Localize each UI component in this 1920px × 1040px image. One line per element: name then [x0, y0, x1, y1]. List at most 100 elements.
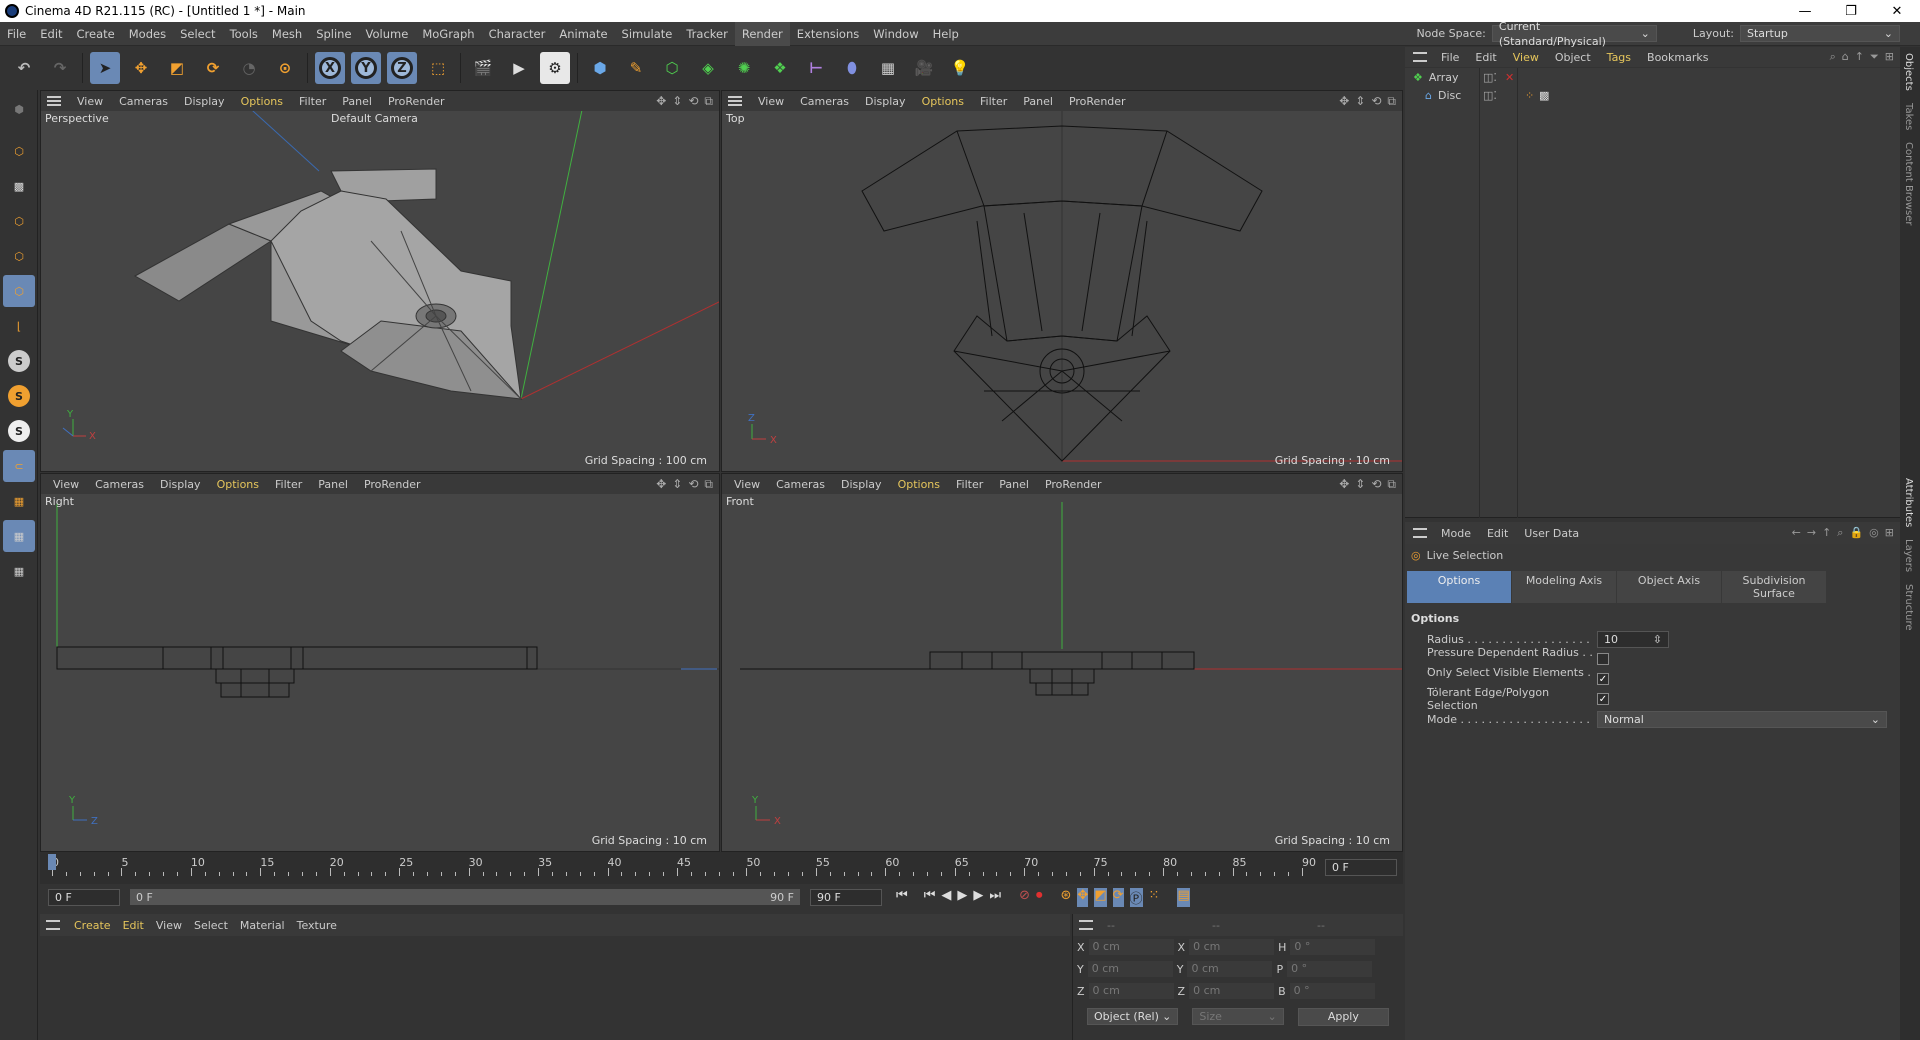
viewport-menu-prorender[interactable]: ProRender	[1037, 478, 1110, 491]
restore-button[interactable]: ❐	[1828, 0, 1874, 22]
cube-button[interactable]: ⬢	[585, 52, 615, 84]
phong-tag-icon[interactable]: ⁘	[1525, 89, 1534, 102]
visible-checkbox[interactable]: ✓	[1597, 673, 1609, 685]
move-tool-button[interactable]: ✥	[126, 52, 156, 84]
menu-mograph[interactable]: MoGraph	[415, 22, 481, 46]
light-button[interactable]: 💡	[945, 52, 975, 84]
viewport-menu-options[interactable]: Options	[233, 95, 291, 108]
material-menu-select[interactable]: Select	[188, 919, 234, 932]
rotate-view-icon[interactable]: ⟲	[1371, 477, 1381, 492]
attribute-menu-user-data[interactable]: User Data	[1516, 527, 1587, 540]
viewport-menu-options[interactable]: Options	[209, 478, 267, 491]
camera-label[interactable]: Default Camera	[331, 112, 418, 125]
move-view-icon[interactable]: ✥	[656, 477, 666, 492]
target-icon[interactable]: ◎	[1869, 526, 1879, 540]
viewport-menu-cameras[interactable]: Cameras	[87, 478, 152, 491]
make-editable-button[interactable]: ⬢	[3, 93, 35, 125]
live-selection-button[interactable]: ➤	[90, 52, 120, 84]
extrude-button[interactable]: ◈	[693, 52, 723, 84]
up-arrow-icon[interactable]: ↑	[1822, 526, 1831, 540]
menu-file[interactable]: File	[0, 22, 33, 46]
coord-value-input[interactable]: 0 cm	[1088, 939, 1174, 955]
parameter-key-button[interactable]: Ⓟ	[1129, 887, 1143, 907]
scale-key-button[interactable]: ◩	[1094, 887, 1107, 907]
last-tool-button[interactable]: ⊙	[270, 52, 300, 84]
menu-help[interactable]: Help	[926, 22, 966, 46]
back-arrow-icon[interactable]: ←	[1792, 526, 1801, 540]
zoom-view-icon[interactable]: ⇕	[1355, 477, 1365, 492]
undo-button[interactable]: ↶	[9, 52, 39, 84]
forward-arrow-icon[interactable]: →	[1807, 526, 1816, 540]
render-settings-button[interactable]: ⚙	[540, 52, 570, 84]
viewport-menu-prorender[interactable]: ProRender	[1061, 95, 1134, 108]
coordinate-system-button[interactable]: ⬚	[423, 52, 453, 84]
locked-workplane-button[interactable]: ▦	[3, 520, 35, 552]
viewport-menu-cameras[interactable]: Cameras	[768, 478, 833, 491]
render-view-button[interactable]: 🎬	[468, 52, 498, 84]
search-icon[interactable]: ⌕	[1837, 526, 1843, 540]
object-menu-file[interactable]: File	[1433, 51, 1467, 64]
zoom-view-icon[interactable]: ⇕	[672, 94, 682, 109]
side-tab-layers[interactable]: Layers	[1900, 533, 1917, 578]
maximize-view-icon[interactable]: ⧉	[1387, 477, 1396, 492]
viewport-menu-options[interactable]: Options	[914, 95, 972, 108]
position-key-button[interactable]: ✥	[1077, 887, 1089, 907]
menu-tools[interactable]: Tools	[223, 22, 265, 46]
edges-mode-button[interactable]: ⬡	[3, 240, 35, 272]
end-frame-input[interactable]: 90 F	[810, 888, 882, 906]
coord-value-input[interactable]: 0 °	[1289, 983, 1375, 999]
solo-button[interactable]: S	[3, 345, 35, 377]
rotate-tool-button[interactable]: ⟳	[198, 52, 228, 84]
attribute-menu-edit[interactable]: Edit	[1479, 527, 1516, 540]
side-tab-content-browser[interactable]: Content Browser	[1900, 136, 1917, 231]
planar-workplane-button[interactable]: ▦	[3, 555, 35, 587]
menu-icon[interactable]	[1079, 920, 1093, 930]
menu-window[interactable]: Window	[866, 22, 925, 46]
array-button[interactable]: ❖	[765, 52, 795, 84]
coord-value-input[interactable]: 0 cm	[1088, 983, 1174, 999]
attribute-menu-mode[interactable]: Mode	[1433, 527, 1479, 540]
timeline-window-button[interactable]: ▤	[1177, 887, 1190, 907]
viewport-menu-view[interactable]: View	[69, 95, 111, 108]
solo-off-button[interactable]: S	[3, 415, 35, 447]
menu-tracker[interactable]: Tracker	[679, 22, 735, 46]
viewport-menu-filter[interactable]: Filter	[948, 478, 991, 491]
home-icon[interactable]: ⌂	[1842, 50, 1849, 64]
viewport-menu-cameras[interactable]: Cameras	[111, 95, 176, 108]
object-menu-bookmarks[interactable]: Bookmarks	[1639, 51, 1716, 64]
search-icon[interactable]: ⌕	[1830, 50, 1836, 64]
menu-icon[interactable]	[46, 920, 60, 930]
next-frame-button[interactable]: ▶	[973, 888, 983, 907]
viewport-menu-filter[interactable]: Filter	[972, 95, 1015, 108]
record-objects-button[interactable]: ⊘	[1019, 888, 1030, 907]
prev-key-button[interactable]: ⏮	[924, 888, 936, 907]
rotate-view-icon[interactable]: ⟲	[688, 94, 698, 109]
close-button[interactable]: ✕	[1874, 0, 1920, 22]
playhead[interactable]	[48, 854, 56, 870]
coord-value-input[interactable]: 0 cm	[1087, 961, 1173, 977]
menu-spline[interactable]: Spline	[309, 22, 358, 46]
side-tab-objects[interactable]: Objects	[1900, 47, 1917, 97]
floor-button[interactable]: ▦	[873, 52, 903, 84]
viewport-menu-display[interactable]: Display	[152, 478, 209, 491]
coord-value-input[interactable]: 0 cm	[1189, 939, 1275, 955]
object-menu-object[interactable]: Object	[1547, 51, 1599, 64]
coord-value-input[interactable]: 0 °	[1287, 961, 1373, 977]
object-menu-view[interactable]: View	[1505, 51, 1547, 64]
range-slider[interactable]: 0 F 90 F	[130, 889, 800, 905]
viewport-menu-prorender[interactable]: ProRender	[380, 95, 453, 108]
coord-size-dropdown[interactable]: Size ⌄	[1192, 1008, 1284, 1025]
tab-subdivision-surface[interactable]: Subdivision Surface	[1722, 571, 1826, 603]
maximize-view-icon[interactable]: ⧉	[704, 477, 713, 492]
side-tab-takes[interactable]: Takes	[1900, 97, 1917, 136]
viewport-perspective[interactable]: Y X View Cameras Display Options Filter Panel…	[40, 90, 720, 472]
node-space-dropdown[interactable]: Current (Standard/Physical) ⌄	[1491, 20, 1657, 48]
menu-edit[interactable]: Edit	[33, 22, 69, 46]
menu-icon[interactable]	[1413, 52, 1427, 62]
point-level-button[interactable]: ⁙	[1149, 888, 1160, 907]
move-view-icon[interactable]: ✥	[1339, 94, 1349, 109]
axis-mode-button[interactable]: ⌊	[3, 310, 35, 342]
viewport-menu-display[interactable]: Display	[176, 95, 233, 108]
new-panel-icon[interactable]: ⊞	[1885, 50, 1894, 64]
goto-start-button[interactable]: ⏮	[896, 888, 908, 907]
